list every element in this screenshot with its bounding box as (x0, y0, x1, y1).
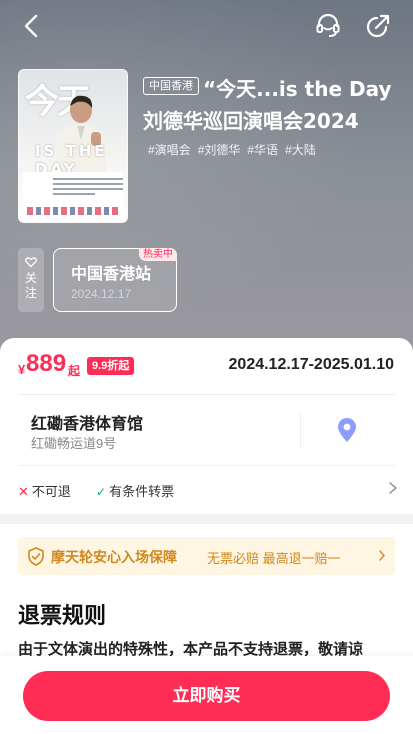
chevron-right-icon (389, 482, 397, 494)
ticket-policy-row[interactable]: ✕ 不可退 ✓ 有条件转票 (18, 479, 399, 499)
policy-no-refund: ✕ 不可退 (18, 481, 71, 500)
section-gap (0, 514, 413, 524)
currency-symbol: ¥ (18, 362, 26, 377)
venue-name[interactable]: 红磡香港体育馆 (31, 410, 143, 434)
price-unit: 起 (68, 364, 81, 378)
heart-icon (25, 257, 37, 268)
share-icon[interactable] (364, 12, 392, 40)
tag-item[interactable]: #大陆 (285, 141, 316, 158)
policy-no-refund-label: 不可退 (31, 484, 71, 499)
event-title: “今天...is the Day刘德华巡回演唱会2024 (143, 77, 392, 133)
divider (300, 412, 301, 448)
discount-badge: 9.9折起 (87, 357, 135, 375)
check-icon: ✓ (96, 485, 107, 499)
tag-item[interactable]: #演唱会 (148, 141, 191, 158)
guarantee-subtitle: 无票必赔 最高退一赔一 (207, 551, 341, 566)
date-range: 2024.12.17-2025.01.10 (228, 356, 394, 373)
tag-item[interactable]: #刘德华 (198, 141, 241, 158)
back-icon[interactable] (18, 12, 44, 40)
event-tags: #演唱会 #刘德华 #华语 #大陆 (148, 141, 316, 158)
follow-label: 关注 (25, 271, 38, 300)
policy-transfer-label: 有条件转票 (109, 484, 175, 499)
guarantee-title: 摩天轮安心入场保障 (51, 549, 177, 565)
session-name: 中国香港站 (71, 266, 152, 283)
bottom-action-bar: 立即购买 (0, 656, 413, 734)
guarantee-banner[interactable]: 摩天轮安心入场保障 无票必赔 最高退一赔一 (18, 537, 395, 575)
price: 889 (26, 350, 67, 377)
policy-transfer: ✓ 有条件转票 (96, 481, 174, 500)
tag-item[interactable]: #华语 (247, 141, 278, 158)
poster-info-block (23, 172, 123, 218)
top-bar (0, 0, 413, 54)
venue-address: 红磡畅运道9号 (31, 436, 117, 451)
event-poster[interactable]: 今天 IS THE DAY (18, 69, 128, 223)
shield-check-icon (28, 547, 44, 566)
ticket-info-card: ¥ 889 起 9.9折起 2024.12.17-2025.01.10 红磡香港… (0, 338, 413, 514)
session-card-hongkong[interactable]: 热卖中 中国香港站 2024.12.17 (53, 248, 177, 312)
divider (18, 394, 395, 395)
follow-button[interactable]: 关注 (18, 248, 44, 312)
headset-icon[interactable] (314, 12, 342, 40)
divider (18, 465, 395, 466)
chevron-right-icon (379, 550, 385, 561)
session-date: 2024.12.17 (71, 287, 132, 301)
buy-now-button[interactable]: 立即购买 (23, 671, 390, 721)
cross-icon: ✕ (18, 484, 29, 499)
location-pin-icon[interactable] (336, 417, 358, 443)
refund-rules-heading: 退票规则 (18, 603, 107, 628)
